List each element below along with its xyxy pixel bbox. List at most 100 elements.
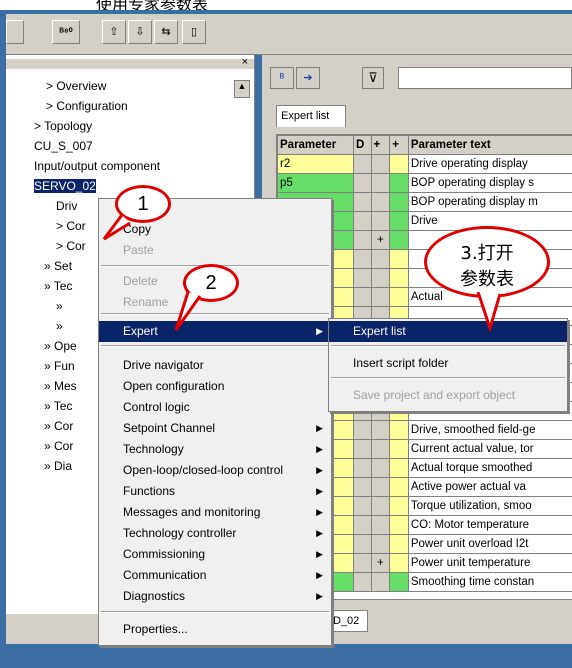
table-row[interactable]: p5 BOP operating display s [277,173,572,193]
submenu-arrow-icon: ▶ [316,423,323,433]
tree-item[interactable]: » Cor [44,417,73,436]
menu-item[interactable]: Properties... [99,619,331,640]
download-icon[interactable]: ⇩ [128,20,152,44]
export-icon[interactable]: ➔ [296,67,320,89]
menu-item-label: Open-loop/closed-loop control [123,463,284,477]
menu-item-label: Drive navigator [123,358,204,372]
tree-item[interactable]: CU_S_007 [34,137,93,156]
expand-cell[interactable] [370,477,391,497]
expand-cell[interactable] [370,534,391,554]
expand-cell[interactable] [370,572,391,592]
tree-item[interactable]: » Dia [44,457,72,476]
column-header[interactable]: + [389,135,409,155]
tree-item[interactable]: » Tec [44,277,72,296]
plus-cell [389,534,409,554]
menu-item-label: Functions [123,484,176,498]
expand-cell[interactable] [370,458,391,478]
tree-item[interactable]: Driv [56,197,77,216]
tree-expand-icon: » [44,259,55,273]
filter-input[interactable] [398,67,572,89]
tab-expert-list[interactable]: Expert list [276,105,346,127]
expand-cell[interactable] [370,287,391,307]
expand-cell[interactable] [370,192,391,212]
menu-item[interactable]: Expert ▶ [99,321,331,342]
scroll-up-icon[interactable]: ▲ [234,80,250,98]
toolbar-button-1[interactable] [6,20,24,44]
tree-item[interactable]: » [56,317,63,336]
expand-cell[interactable] [370,439,391,459]
menu-item[interactable]: Control logic [99,397,331,418]
submenu-arrow-icon: ▶ [316,465,323,475]
menu-item[interactable]: Messages and monitoring ▶ [99,502,331,523]
menu-item-label: Rename [123,295,169,309]
tree-item[interactable]: » Cor [44,437,73,456]
tree-item-label: Cor [66,219,86,233]
menu-item[interactable]: Drive navigator [99,355,331,376]
menu-item-label: Open configuration [123,379,225,393]
expand-cell[interactable] [370,268,391,288]
expand-cell[interactable] [370,496,391,516]
connect-icon[interactable]: ⇆ [154,20,178,44]
menu-item[interactable]: Open-loop/closed-loop control ▶ [99,460,331,481]
filter-icon[interactable]: ⊽ [362,67,384,89]
menu-item-label: Properties... [123,622,188,636]
plus-cell [389,477,409,497]
table-row[interactable]: r2 Drive operating display [277,154,572,174]
menu-item[interactable]: Functions ▶ [99,481,331,502]
column-header[interactable]: D [353,135,372,155]
tree-item[interactable]: > Configuration [46,97,128,116]
expand-cell[interactable] [370,154,391,174]
column-header[interactable]: + [370,135,391,155]
tree-item[interactable]: SERVO_02 [34,177,96,196]
expand-cell[interactable] [370,515,391,535]
expand-cell[interactable]: + [370,230,391,250]
parameter-icon-button[interactable]: ᴮ⁸⁰ [52,20,80,44]
menu-item[interactable]: Open configuration [99,376,331,397]
info-icon[interactable]: ᴮ [270,67,294,89]
submenu-item[interactable]: Insert script folder [329,353,567,374]
menu-item[interactable]: Communication ▶ [99,565,331,586]
tree-item[interactable]: Input/output component [34,157,160,176]
compare-icon[interactable]: ▯ [182,20,206,44]
expand-cell[interactable] [370,420,391,440]
tree-item[interactable]: » Ope [44,337,77,356]
parameter-text-cell: Actual torque smoothed [407,458,572,478]
column-header[interactable]: Parameter [277,135,354,155]
caption-text: 使用专家参数表 [96,0,209,10]
menu-item[interactable]: Technology ▶ [99,439,331,460]
callout-3-pointer [476,292,502,334]
parameter-text-cell: Power unit overload I2t [407,534,572,554]
tree-item[interactable]: » Set [44,257,72,276]
close-icon[interactable]: × [242,56,248,68]
callout-3: 3.打开 参数表 [424,226,550,298]
plus-cell [389,211,409,231]
menu-item[interactable]: Diagnostics ▶ [99,586,331,607]
menu-item-label: Delete [123,274,158,288]
expand-cell[interactable]: + [370,553,391,573]
tree-item[interactable]: » Mes [44,377,77,396]
menu-item[interactable]: Setpoint Channel ▶ [99,418,331,439]
tree-expand-icon: » [44,459,55,473]
tree-item[interactable]: > Cor [56,237,86,256]
d-cell [353,515,372,535]
tree-item[interactable]: » [56,297,63,316]
menu-item[interactable]: Technology controller ▶ [99,523,331,544]
menu-item[interactable]: Commissioning ▶ [99,544,331,565]
tree-item-label: Dia [54,459,73,473]
tree-item[interactable]: > Cor [56,217,86,236]
tree-item[interactable]: > Overview [46,77,106,96]
upload-icon[interactable]: ⇧ [102,20,126,44]
expand-cell[interactable] [370,173,391,193]
tree-item[interactable]: » Fun [44,357,75,376]
submenu-item[interactable]: Save project and export object [329,385,567,406]
status-bar [0,655,572,668]
tab-drive[interactable]: D_02 [328,610,368,632]
tree-item[interactable]: » Tec [44,397,72,416]
expand-cell[interactable] [370,249,391,269]
submenu-item[interactable]: Expert list [329,321,567,342]
column-header[interactable]: Parameter text [407,135,572,155]
tree-item[interactable]: > Topology [34,117,92,136]
plus-cell [389,515,409,535]
expand-cell[interactable] [370,211,391,231]
plus-cell [389,553,409,573]
